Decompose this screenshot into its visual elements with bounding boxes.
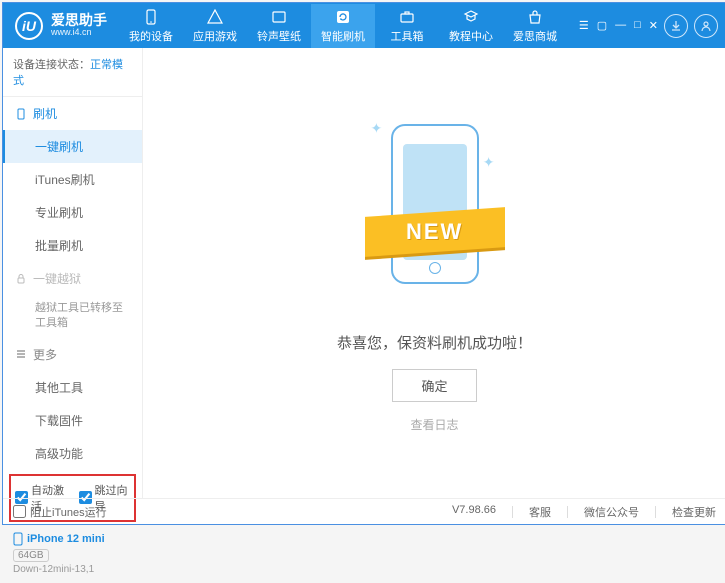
nav-label: 爱思商城 bbox=[513, 28, 557, 44]
wechat-link[interactable]: 微信公众号 bbox=[584, 504, 639, 520]
store-icon bbox=[526, 8, 544, 26]
phone-icon bbox=[142, 8, 160, 26]
app-window: iU 爱思助手 www.i4.cn 我的设备 应用游戏 铃声壁纸 智能刷机 bbox=[2, 2, 725, 525]
window-controls: ☰ ▢ — □ ✕ bbox=[579, 19, 658, 32]
ok-button[interactable]: 确定 bbox=[392, 369, 476, 402]
sidebar-item-itunes[interactable]: iTunes刷机 bbox=[3, 163, 142, 196]
banner-text: NEW bbox=[406, 219, 463, 245]
logo-icon: iU bbox=[15, 12, 43, 40]
section-label: 刷机 bbox=[33, 105, 57, 122]
nav-label: 教程中心 bbox=[449, 28, 493, 44]
lock-icon bbox=[15, 273, 27, 285]
sparkle-icon: ✦ bbox=[371, 120, 383, 137]
nav-tab-device[interactable]: 我的设备 bbox=[119, 4, 183, 48]
titlebar: iU 爱思助手 www.i4.cn 我的设备 应用游戏 铃声壁纸 智能刷机 bbox=[3, 3, 725, 48]
device-name-text: iPhone 12 mini bbox=[27, 533, 105, 545]
device-firmware: Down-12mini-13,1 bbox=[13, 564, 132, 575]
nav-tabs: 我的设备 应用游戏 铃声壁纸 智能刷机 工具箱 教程中心 bbox=[119, 4, 579, 48]
menu-icon[interactable]: ☰ bbox=[579, 19, 589, 32]
checkbox-input[interactable] bbox=[13, 505, 26, 518]
app-url: www.i4.cn bbox=[51, 28, 107, 38]
nav-tab-ringtone[interactable]: 铃声壁纸 bbox=[247, 4, 311, 48]
user-button[interactable] bbox=[694, 14, 718, 38]
sidebar-item-oneclick[interactable]: 一键刷机 bbox=[3, 130, 142, 163]
check-update-link[interactable]: 检查更新 bbox=[672, 504, 716, 520]
checkbox-label: 阻止iTunes运行 bbox=[30, 504, 107, 520]
success-message: 恭喜您，保资料刷机成功啦！ bbox=[337, 332, 532, 353]
download-button[interactable] bbox=[664, 14, 688, 38]
sidebar-item-other[interactable]: 其他工具 bbox=[3, 371, 142, 404]
phone-graphic bbox=[391, 124, 479, 284]
app-name: 爱思助手 bbox=[51, 13, 107, 28]
section-label: 更多 bbox=[33, 346, 57, 363]
sidebar-item-pro[interactable]: 专业刷机 bbox=[3, 196, 142, 229]
sidebar: 设备连接状态：正常模式 刷机 一键刷机 iTunes刷机 专业刷机 批量刷机 一… bbox=[3, 48, 143, 498]
flash-icon bbox=[334, 8, 352, 26]
block-itunes-checkbox[interactable]: 阻止iTunes运行 bbox=[13, 504, 107, 520]
nav-label: 智能刷机 bbox=[321, 28, 365, 44]
device-name: iPhone 12 mini bbox=[13, 532, 132, 546]
section-jailbreak: 一键越狱 bbox=[3, 262, 142, 295]
jailbreak-note: 越狱工具已转移至工具箱 bbox=[3, 295, 142, 338]
apps-icon bbox=[206, 8, 224, 26]
status-label: 设备连接状态： bbox=[13, 59, 90, 71]
nav-label: 我的设备 bbox=[129, 28, 173, 44]
device-block[interactable]: iPhone 12 mini 64GB Down-12mini-13,1 bbox=[3, 526, 142, 583]
nav-tab-store[interactable]: 爱思商城 bbox=[503, 4, 567, 48]
statusbar: 阻止iTunes运行 V7.98.66 客服 微信公众号 检查更新 bbox=[3, 498, 725, 524]
logo-block: iU 爱思助手 www.i4.cn bbox=[3, 12, 119, 40]
tutorial-icon bbox=[462, 8, 480, 26]
sidebar-item-batch[interactable]: 批量刷机 bbox=[3, 229, 142, 262]
nav-label: 工具箱 bbox=[391, 28, 424, 44]
service-link[interactable]: 客服 bbox=[529, 504, 551, 520]
connection-status: 设备连接状态：正常模式 bbox=[3, 48, 142, 97]
separator bbox=[512, 506, 513, 518]
section-more[interactable]: 更多 bbox=[3, 338, 142, 371]
phone-icon bbox=[13, 532, 23, 546]
sparkle-icon: ✦ bbox=[483, 154, 495, 171]
sidebar-item-advanced[interactable]: 高级功能 bbox=[3, 437, 142, 470]
close-icon[interactable]: ✕ bbox=[649, 19, 658, 32]
list-icon bbox=[15, 348, 27, 360]
nav-tab-flash[interactable]: 智能刷机 bbox=[311, 4, 375, 48]
main-content: ✦ ✦ NEW 恭喜您，保资料刷机成功啦！ 确定 查看日志 bbox=[143, 48, 725, 498]
phone-icon bbox=[15, 108, 27, 120]
version-label: V7.98.66 bbox=[452, 504, 496, 520]
nav-tab-tutorial[interactable]: 教程中心 bbox=[439, 4, 503, 48]
body: 设备连接状态：正常模式 刷机 一键刷机 iTunes刷机 专业刷机 批量刷机 一… bbox=[3, 48, 725, 498]
nav-tab-apps[interactable]: 应用游戏 bbox=[183, 4, 247, 48]
separator bbox=[567, 506, 568, 518]
titlebar-right: ☰ ▢ — □ ✕ bbox=[579, 14, 725, 38]
wallpaper-icon bbox=[270, 8, 288, 26]
section-label: 一键越狱 bbox=[33, 270, 81, 287]
section-flash[interactable]: 刷机 bbox=[3, 97, 142, 130]
new-banner: NEW bbox=[365, 207, 505, 257]
maximize-icon[interactable]: □ bbox=[634, 19, 641, 32]
view-log-link[interactable]: 查看日志 bbox=[410, 416, 458, 433]
phone-illustration: ✦ ✦ NEW bbox=[365, 114, 505, 314]
nav-label: 应用游戏 bbox=[193, 28, 237, 44]
minimize-icon[interactable]: — bbox=[615, 19, 626, 32]
nav-label: 铃声壁纸 bbox=[257, 28, 301, 44]
sidebar-item-download[interactable]: 下载固件 bbox=[3, 404, 142, 437]
nav-tab-toolbox[interactable]: 工具箱 bbox=[375, 4, 439, 48]
toolbox-icon bbox=[398, 8, 416, 26]
skin-icon[interactable]: ▢ bbox=[597, 19, 607, 32]
storage-badge: 64GB bbox=[13, 549, 49, 562]
separator bbox=[655, 506, 656, 518]
